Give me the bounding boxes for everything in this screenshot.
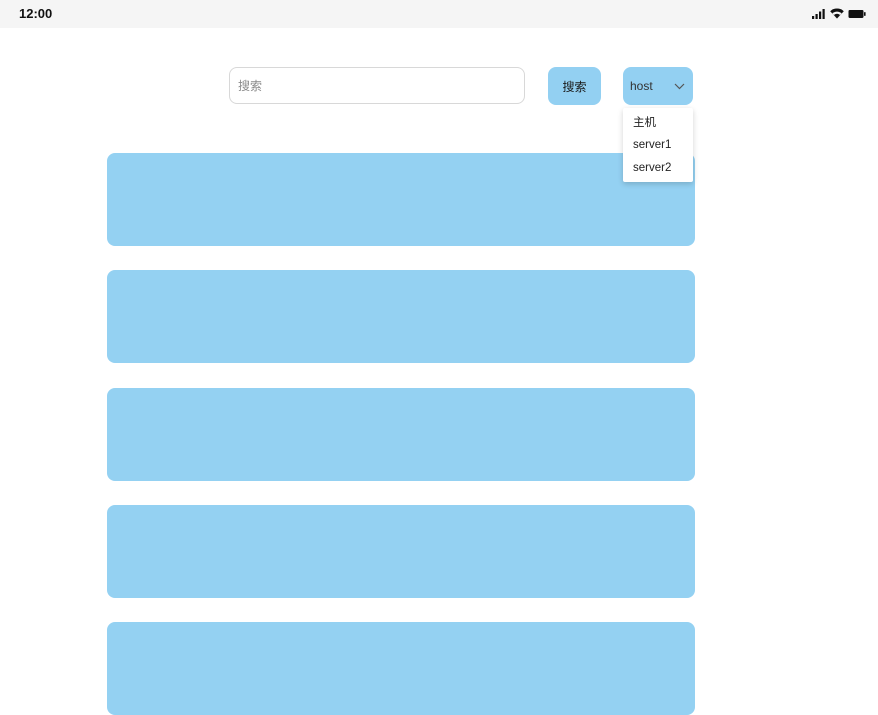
list-card[interactable] (107, 388, 695, 481)
host-option-zhuji[interactable]: 主机 (623, 111, 693, 134)
host-option-server1[interactable]: server1 (623, 134, 693, 157)
list-card[interactable] (107, 505, 695, 598)
list-card[interactable] (107, 153, 695, 246)
host-select[interactable]: host (623, 67, 693, 105)
host-option-server2[interactable]: server2 (623, 157, 693, 180)
signal-icon (812, 8, 826, 19)
list-card[interactable] (107, 270, 695, 363)
search-input[interactable] (229, 67, 525, 104)
wifi-icon (830, 8, 844, 19)
status-time: 12:00 (19, 6, 53, 21)
battery-icon (848, 9, 866, 19)
host-select-value: host (630, 79, 653, 93)
status-bar: 12:00 (0, 0, 878, 28)
system-icons (812, 8, 866, 19)
host-dropdown-menu: 主机 server1 server2 (623, 108, 693, 182)
chevron-down-icon (674, 83, 685, 90)
search-button[interactable]: 搜索 (548, 67, 601, 105)
list-card[interactable] (107, 622, 695, 715)
